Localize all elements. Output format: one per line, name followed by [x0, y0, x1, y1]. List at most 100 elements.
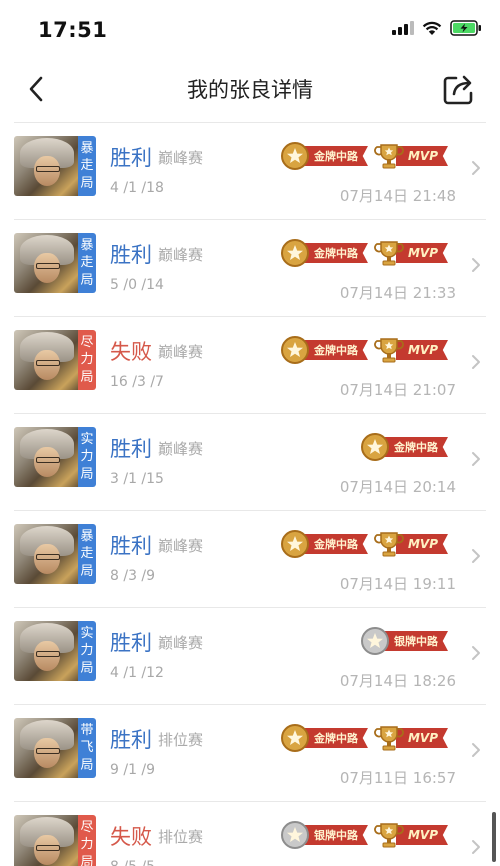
- badges: 金牌中路 MVP: [280, 335, 448, 365]
- lane-badge: 金牌中路: [280, 335, 368, 365]
- kda: 5 /0 /14: [110, 277, 164, 293]
- medal-icon: [280, 530, 309, 558]
- chevron-right-icon: [472, 549, 480, 563]
- hero-portrait: [14, 427, 78, 487]
- match-type: 巅峰赛: [158, 149, 204, 167]
- lane-badge-label: 金牌中路: [301, 243, 368, 263]
- match-row[interactable]: 暴走局 胜利 巅峰赛 5 /0 /14 金牌中路 MVP 07月14日 21:3…: [14, 219, 486, 316]
- lane-badge: 金牌中路: [280, 141, 368, 171]
- mvp-badge: MVP: [374, 141, 448, 171]
- mode-tag-char: 力: [80, 837, 94, 853]
- hero-avatar: 暴走局: [14, 524, 96, 584]
- mvp-badge: MVP: [374, 529, 448, 559]
- share-icon[interactable]: [442, 72, 476, 106]
- hero-portrait: [14, 524, 78, 584]
- lane-badge-label: 金牌中路: [301, 146, 368, 166]
- match-datetime: 07月14日 19:11: [339, 575, 456, 593]
- mode-tag: 实力局: [78, 427, 96, 487]
- page-title: 我的张良详情: [187, 78, 313, 102]
- match-row[interactable]: 实力局 胜利 巅峰赛 3 /1 /15 金牌中路 07月14日 20:14: [14, 413, 486, 510]
- match-type: 巅峰赛: [158, 634, 204, 652]
- trophy-icon: [374, 823, 404, 848]
- match-datetime: 07月14日 21:48: [339, 187, 456, 205]
- badges: 金牌中路 MVP: [280, 723, 448, 753]
- badges: 金牌中路 MVP: [280, 529, 448, 559]
- chevron-right-icon: [472, 258, 480, 272]
- hero-portrait: [14, 621, 78, 681]
- lane-badge-label: 银牌中路: [382, 631, 448, 651]
- badges: 金牌中路 MVP: [280, 141, 448, 171]
- lane-badge: 金牌中路: [280, 529, 368, 559]
- hero-portrait: [14, 815, 78, 866]
- mode-tag-char: 局: [80, 272, 94, 288]
- lane-badge: 金牌中路: [280, 723, 368, 753]
- chevron-right-icon: [472, 743, 480, 757]
- trophy-icon: [374, 241, 404, 266]
- nav-bar: 我的张良详情: [0, 60, 500, 120]
- mvp-badge: MVP: [374, 723, 448, 753]
- mode-tag-char: 走: [80, 546, 94, 562]
- match-result: 胜利: [110, 534, 152, 558]
- hero-portrait: [14, 718, 78, 778]
- lane-badge: 金牌中路: [280, 238, 368, 268]
- kda: 8 /5 /5: [110, 859, 155, 866]
- mode-tag-char: 飞: [80, 740, 94, 756]
- match-row[interactable]: 带飞局 胜利 排位赛 9 /1 /9 金牌中路 MVP 07月11日 16:57: [14, 704, 486, 801]
- mode-tag-char: 局: [80, 660, 94, 676]
- trophy-icon: [374, 726, 404, 751]
- match-list: 暴走局 胜利 巅峰赛 4 /1 /18 金牌中路 MVP 07月14日 21:4…: [0, 122, 500, 866]
- trophy-icon: [374, 532, 404, 557]
- mode-tag-char: 暴: [80, 528, 94, 544]
- hero-portrait: [14, 233, 78, 293]
- mode-tag-char: 暴: [80, 237, 94, 253]
- trophy-icon: [374, 144, 404, 169]
- medal-icon: [280, 239, 309, 267]
- trophy-icon: [374, 338, 404, 363]
- mode-tag: 尽力局: [78, 815, 96, 866]
- match-result: 失败: [110, 340, 152, 364]
- mvp-badge: MVP: [374, 820, 448, 850]
- badges: 银牌中路 MVP: [280, 820, 448, 850]
- mode-tag: 暴走局: [78, 233, 96, 293]
- hero-avatar: 尽力局: [14, 815, 96, 866]
- lane-badge-label: 银牌中路: [301, 825, 368, 845]
- match-row[interactable]: 尽力局 失败 巅峰赛 16 /3 /7 金牌中路 MVP 07月14日 21:0…: [14, 316, 486, 413]
- kda: 16 /3 /7: [110, 374, 164, 390]
- mode-tag: 暴走局: [78, 524, 96, 584]
- match-row[interactable]: 实力局 胜利 巅峰赛 4 /1 /12 银牌中路 07月14日 18:26: [14, 607, 486, 704]
- mode-tag-char: 局: [80, 854, 94, 866]
- mode-tag-char: 暴: [80, 140, 94, 156]
- mode-tag-char: 力: [80, 352, 94, 368]
- hero-avatar: 实力局: [14, 621, 96, 681]
- match-row[interactable]: 暴走局 胜利 巅峰赛 4 /1 /18 金牌中路 MVP 07月14日 21:4…: [14, 122, 486, 219]
- match-datetime: 07月14日 21:33: [339, 284, 456, 302]
- medal-icon: [361, 627, 389, 655]
- match-row[interactable]: 暴走局 胜利 巅峰赛 8 /3 /9 金牌中路 MVP 07月14日 19:11: [14, 510, 486, 607]
- mvp-badge: MVP: [374, 335, 448, 365]
- lane-badge: 银牌中路: [360, 626, 448, 656]
- mode-tag-char: 局: [80, 369, 94, 385]
- lane-badge-label: 金牌中路: [301, 728, 368, 748]
- match-datetime: 07月14日 18:26: [339, 672, 456, 690]
- hero-avatar: 实力局: [14, 427, 96, 487]
- chevron-right-icon: [472, 355, 480, 369]
- lane-badge-label: 金牌中路: [382, 437, 448, 457]
- mode-tag-char: 局: [80, 466, 94, 482]
- kda: 8 /3 /9: [110, 568, 156, 584]
- mode-tag: 实力局: [78, 621, 96, 681]
- match-result: 胜利: [110, 146, 152, 170]
- scrollbar[interactable]: [492, 812, 496, 862]
- match-type: 排位赛: [158, 828, 204, 846]
- mode-tag-char: 带: [80, 722, 94, 738]
- mode-tag-char: 实: [80, 625, 94, 641]
- match-result: 胜利: [110, 437, 152, 461]
- mode-tag-char: 尽: [80, 334, 94, 350]
- battery-charging-icon: [450, 20, 481, 36]
- lane-badge: 银牌中路: [280, 820, 368, 850]
- lane-badge-label: 金牌中路: [301, 534, 368, 554]
- mode-tag-char: 实: [80, 431, 94, 447]
- mode-tag-char: 力: [80, 449, 94, 465]
- medal-icon: [280, 821, 309, 849]
- match-row[interactable]: 尽力局 失败 排位赛 8 /5 /5 银牌中路 MVP: [14, 801, 486, 866]
- medal-icon: [280, 724, 309, 752]
